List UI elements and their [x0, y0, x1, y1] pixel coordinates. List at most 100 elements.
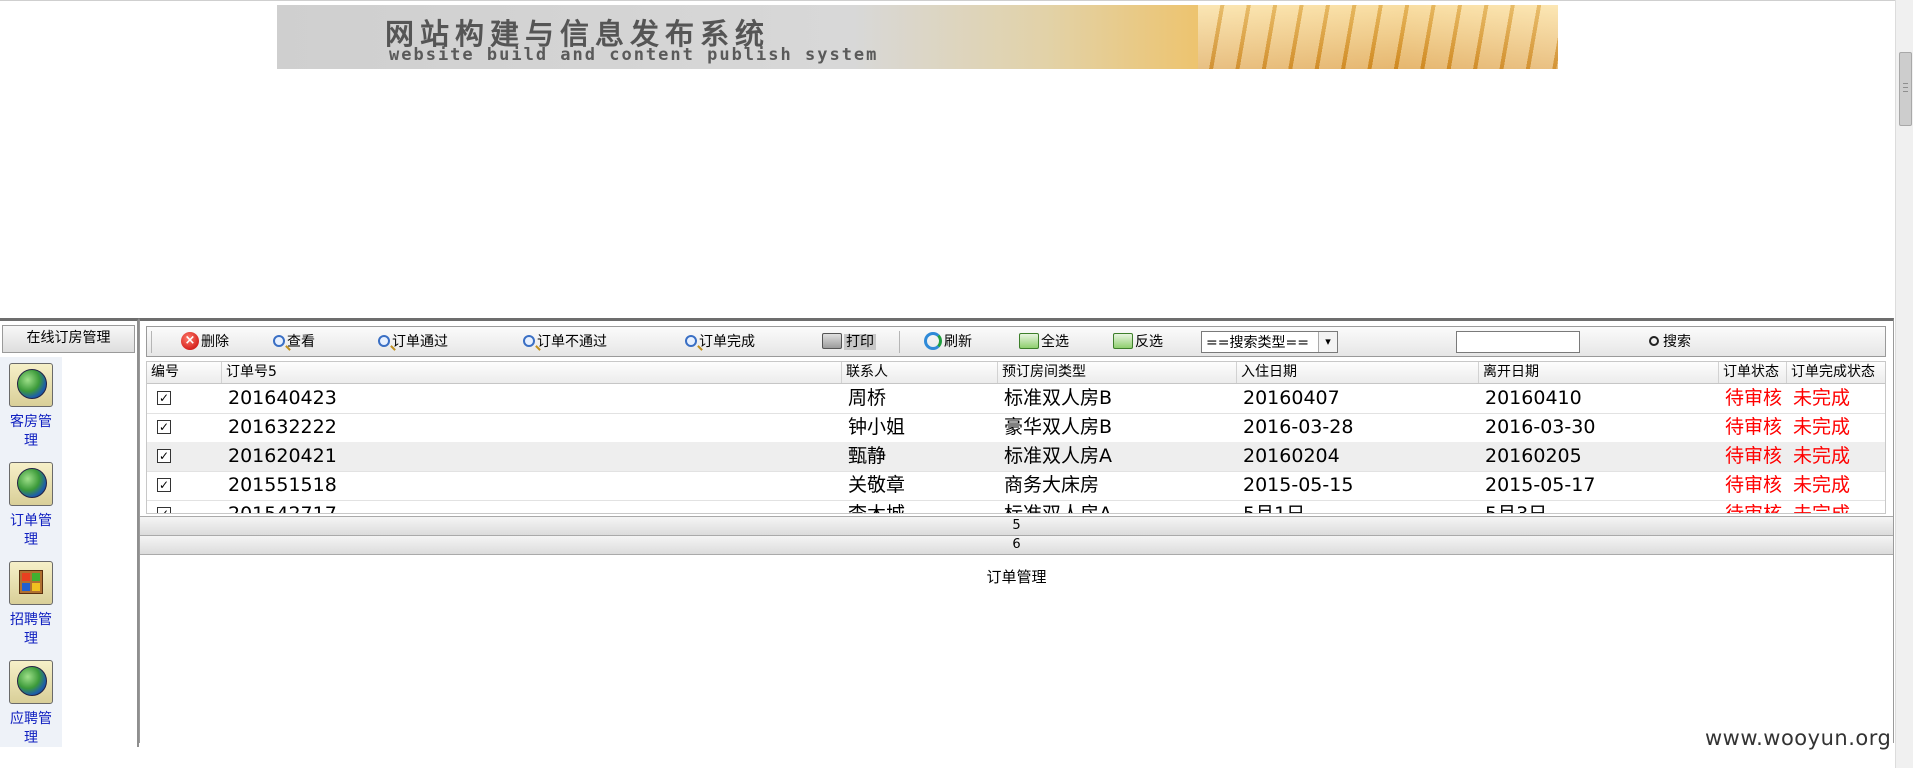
banner-title-en: website build and content publish system [389, 45, 879, 65]
contact: 关敬章 [848, 474, 906, 496]
nav-list: 客房管理 订单管理 招聘管理 应聘管理 [0, 357, 62, 747]
search-type-select[interactable]: ==搜索类型== ▾ [1201, 331, 1338, 353]
order-status: 待审核 [1725, 387, 1783, 409]
order-status: 待审核 [1725, 445, 1783, 467]
checkin-date: 20160407 [1243, 387, 1340, 409]
main-panel: × 删除 查看 订单通过 订单不通过 订单完成 打印 刷新 全选 反选 ==搜索类… [139, 318, 1894, 743]
checkin-date: 5月1日 [1243, 503, 1306, 514]
row-checkbox[interactable]: ✓ [157, 420, 171, 434]
pager-row-1: 5 [140, 516, 1893, 536]
select-all-icon [1019, 333, 1039, 349]
room-type: 标准双人房A [1004, 503, 1112, 514]
checkout-date: 20160205 [1485, 445, 1582, 467]
select-all-button[interactable]: 全选 [1019, 332, 1069, 352]
order-status: 待审核 [1725, 474, 1783, 496]
watermark: www.wooyun.org [1705, 726, 1892, 750]
nav-item-applicant-management[interactable]: 应聘管理 [0, 660, 62, 748]
table-row[interactable]: ✓ 201620421 甄静 标准双人房A 20160204 20160205 … [147, 442, 1885, 472]
col-status[interactable]: 订单状态 [1719, 362, 1787, 383]
table-row[interactable]: ✓ 201640423 周桥 标准双人房B 20160407 20160410 … [147, 384, 1885, 414]
row-checkbox[interactable]: ✓ [157, 391, 171, 405]
globe-icon [17, 369, 47, 399]
table-row[interactable]: ✓ 201542717 李木城 标准双人房A 5月1日 5月3日 待审核 未完成 [147, 500, 1885, 514]
checkout-date: 20160410 [1485, 387, 1582, 409]
complete-order-button[interactable]: 订单完成 [685, 332, 755, 352]
magnifier-icon [685, 335, 697, 347]
search-input[interactable] [1456, 331, 1580, 353]
checkin-date: 2016-03-28 [1243, 416, 1354, 438]
approve-order-button[interactable]: 订单通过 [378, 332, 448, 352]
globe-icon [17, 666, 47, 696]
order-status: 待审核 [1725, 416, 1783, 438]
magnifier-icon [523, 335, 535, 347]
orders-table: 编号 订单号5 联系人 预订房间类型 入住日期 离开日期 订单状态 订单完成状态… [146, 361, 1886, 514]
order-status: 待审核 [1725, 503, 1783, 514]
page-scrollbar[interactable] [1895, 0, 1913, 768]
contact: 甄静 [848, 445, 887, 467]
row-checkbox[interactable]: ✓ [157, 478, 171, 492]
refresh-icon [924, 332, 942, 350]
site-banner: 网站构建与信息发布系统 website build and content pu… [277, 5, 1558, 69]
order-no: 201620421 [228, 445, 337, 467]
nav-item-room-management[interactable]: 客房管理 [0, 363, 62, 451]
completion-status: 未完成 [1793, 387, 1851, 409]
col-order-no[interactable]: 订单号5 [222, 362, 842, 383]
toolbar: × 删除 查看 订单通过 订单不通过 订单完成 打印 刷新 全选 反选 ==搜索类… [146, 326, 1886, 357]
pager-row-2: 6 [140, 535, 1893, 555]
table-row[interactable]: ✓ 201551518 关敬章 商务大床房 2015-05-15 2015-05… [147, 471, 1885, 501]
col-checkin[interactable]: 入住日期 [1237, 362, 1479, 383]
checkout-date: 5月3日 [1485, 503, 1548, 514]
chevron-down-icon[interactable]: ▾ [1318, 332, 1337, 352]
checkin-date: 20160204 [1243, 445, 1340, 467]
checkin-date: 2015-05-15 [1243, 474, 1354, 496]
order-no: 201551518 [228, 474, 337, 496]
room-type: 标准双人房A [1004, 445, 1112, 467]
nav-item-order-management[interactable]: 订单管理 [0, 462, 62, 550]
search-button[interactable]: 搜索 [1649, 332, 1691, 352]
delete-button[interactable]: × 删除 [181, 332, 229, 352]
nav-item-recruit-management[interactable]: 招聘管理 [0, 561, 62, 649]
row-checkbox[interactable]: ✓ [157, 507, 171, 513]
keyboard-image [1198, 5, 1558, 69]
view-button[interactable]: 查看 [273, 332, 315, 352]
print-button[interactable]: 打印 [822, 332, 876, 352]
scrollbar-thumb[interactable] [1899, 52, 1912, 126]
delete-icon: × [181, 332, 199, 350]
windows-icon [19, 570, 43, 594]
completion-status: 未完成 [1793, 474, 1851, 496]
room-type: 商务大床房 [1004, 474, 1100, 496]
completion-status: 未完成 [1793, 503, 1851, 514]
globe-icon [17, 468, 47, 498]
section-caption: 订单管理 [986, 568, 1047, 586]
reject-order-button[interactable]: 订单不通过 [523, 332, 607, 352]
magnifier-icon [378, 335, 390, 347]
contact: 钟小姐 [848, 416, 906, 438]
left-panel-title: 在线订房管理 [2, 325, 135, 353]
refresh-button[interactable]: 刷新 [924, 332, 972, 352]
col-checkout[interactable]: 离开日期 [1479, 362, 1719, 383]
order-no: 201632222 [228, 416, 337, 438]
room-type: 标准双人房B [1004, 387, 1113, 409]
room-type: 豪华双人房B [1004, 416, 1113, 438]
invert-selection-button[interactable]: 反选 [1113, 332, 1163, 352]
search-icon [1649, 336, 1659, 346]
col-contact[interactable]: 联系人 [842, 362, 998, 383]
order-no: 201542717 [228, 503, 337, 514]
order-no: 201640423 [228, 387, 337, 409]
printer-icon [822, 333, 842, 349]
completion-status: 未完成 [1793, 445, 1851, 467]
completion-status: 未完成 [1793, 416, 1851, 438]
invert-icon [1113, 333, 1133, 349]
row-checkbox[interactable]: ✓ [157, 449, 171, 463]
magnifier-icon [273, 335, 285, 347]
contact: 周桥 [848, 387, 887, 409]
checkout-date: 2016-03-30 [1485, 416, 1596, 438]
checkout-date: 2015-05-17 [1485, 474, 1596, 496]
left-nav-panel: 在线订房管理 客房管理 订单管理 招聘管理 应聘管理 [0, 318, 139, 747]
col-completion[interactable]: 订单完成状态 [1787, 362, 1885, 383]
table-header: 编号 订单号5 联系人 预订房间类型 入住日期 离开日期 订单状态 订单完成状态 [147, 362, 1885, 384]
col-room-type[interactable]: 预订房间类型 [998, 362, 1237, 383]
col-id[interactable]: 编号 [147, 362, 222, 383]
contact: 李木城 [848, 503, 906, 514]
table-row[interactable]: ✓ 201632222 钟小姐 豪华双人房B 2016-03-28 2016-0… [147, 413, 1885, 443]
